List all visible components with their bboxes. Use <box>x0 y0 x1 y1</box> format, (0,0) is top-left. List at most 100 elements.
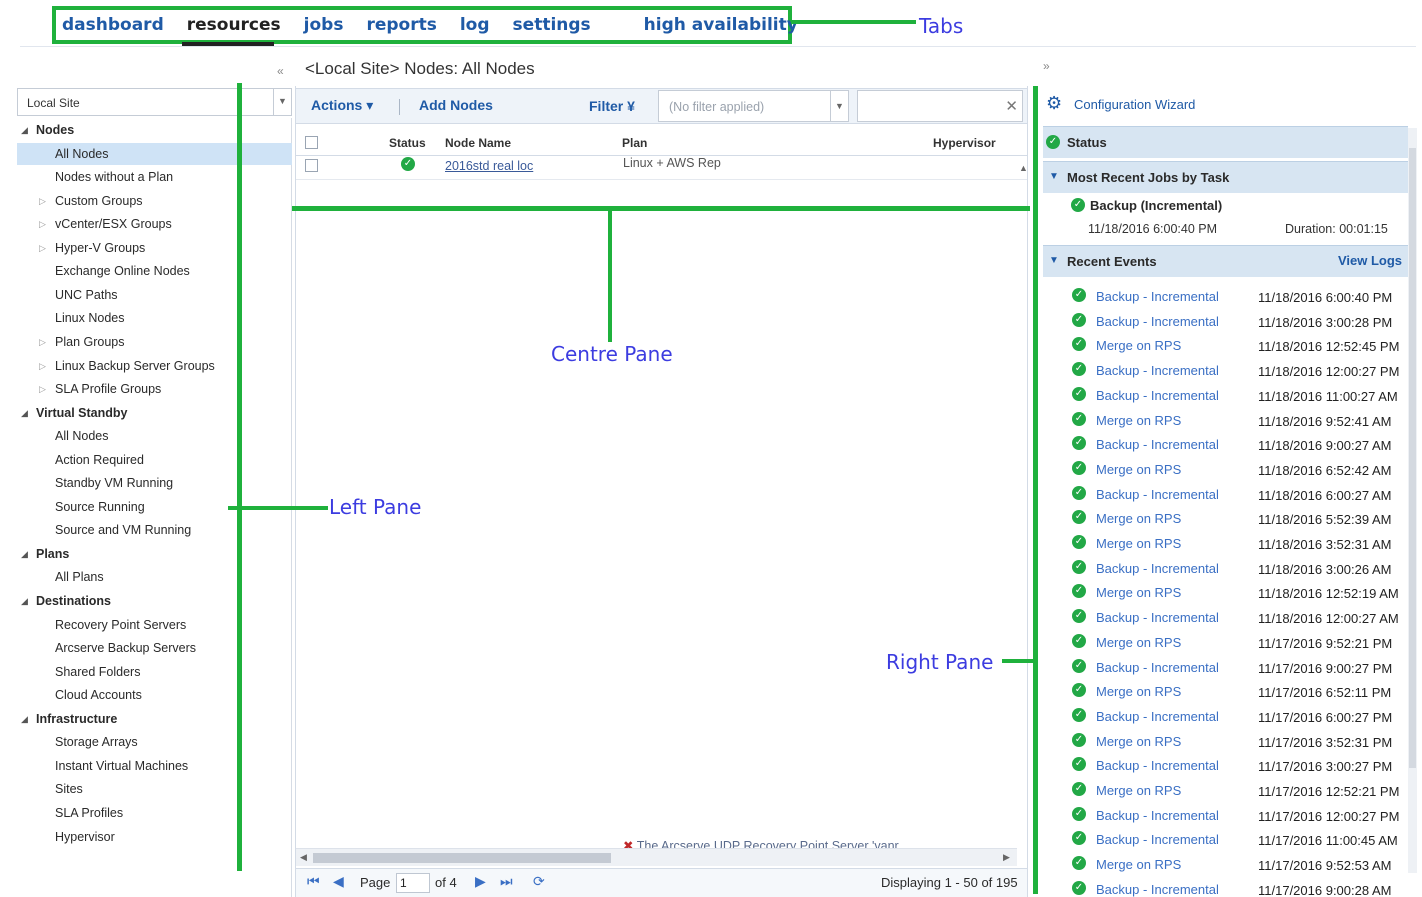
collapse-triangle-icon[interactable]: ◢ <box>21 119 28 141</box>
tree-category[interactable]: ◢ Virtual Standby <box>17 402 292 424</box>
column-header-status[interactable]: Status <box>389 136 426 150</box>
page-number-input[interactable]: 1 <box>396 873 430 893</box>
expand-triangle-icon[interactable]: ▷ <box>39 237 46 259</box>
tab-jobs[interactable]: jobs <box>304 15 344 35</box>
event-name-link[interactable]: Merge on RPS <box>1096 635 1181 650</box>
site-selector[interactable]: Local Site ▼ <box>17 88 292 116</box>
collapse-triangle-icon[interactable]: ◢ <box>21 590 28 612</box>
prev-page-icon[interactable]: ◀ <box>333 873 344 890</box>
tree-item[interactable]: Standby VM Running <box>17 472 292 494</box>
recent-events-section-header[interactable]: ▼ Recent Events View Logs <box>1043 245 1408 277</box>
event-name-link[interactable]: Merge on RPS <box>1096 462 1181 477</box>
event-name-link[interactable]: Merge on RPS <box>1096 413 1181 428</box>
event-name-link[interactable]: Backup - Incremental <box>1096 610 1219 625</box>
tab-dashboard[interactable]: dashboard <box>62 15 164 35</box>
expand-triangle-icon[interactable]: ▷ <box>39 331 46 353</box>
tree-item[interactable]: Sites <box>17 778 292 800</box>
tree-item[interactable]: Source and VM Running <box>17 519 292 541</box>
column-header-hypervisor[interactable]: Hypervisor <box>933 136 996 150</box>
tree-item[interactable]: ▷ Plan Groups <box>17 331 292 353</box>
chevron-down-icon[interactable]: ▼ <box>1049 171 1059 182</box>
event-name-link[interactable]: Merge on RPS <box>1096 857 1181 872</box>
event-name-link[interactable]: Merge on RPS <box>1096 338 1181 353</box>
event-name-link[interactable]: Merge on RPS <box>1096 684 1181 699</box>
collapse-right-pane-icon[interactable]: » <box>1043 59 1050 73</box>
row-checkbox[interactable] <box>305 159 318 172</box>
collapse-left-pane-icon[interactable]: « <box>277 64 284 78</box>
tree-item[interactable]: ▷ Custom Groups <box>17 190 292 212</box>
event-name-link[interactable]: Backup - Incremental <box>1096 808 1219 823</box>
tree-item[interactable]: Storage Arrays <box>17 731 292 753</box>
view-logs-link[interactable]: View Logs <box>1338 253 1402 268</box>
event-name-link[interactable]: Backup - Incremental <box>1096 561 1219 576</box>
tree-item[interactable]: Instant Virtual Machines <box>17 755 292 777</box>
filter-button[interactable]: Filter ¥ <box>589 98 635 114</box>
tree-item[interactable]: Recovery Point Servers <box>17 614 292 636</box>
tree-item[interactable]: Linux Nodes <box>17 307 292 329</box>
event-name-link[interactable]: Backup - Incremental <box>1096 363 1219 378</box>
configuration-wizard-link[interactable]: ⚙ Configuration Wizard <box>1046 93 1416 119</box>
event-name-link[interactable]: Backup - Incremental <box>1096 314 1219 329</box>
dropdown-arrow-icon[interactable]: ▼ <box>273 89 291 115</box>
right-pane-scrollbar[interactable] <box>1408 128 1417 873</box>
collapse-triangle-icon[interactable]: ◢ <box>21 543 28 565</box>
event-name-link[interactable]: Backup - Incremental <box>1096 289 1219 304</box>
tree-item[interactable]: ▷ vCenter/ESX Groups <box>17 213 292 235</box>
recent-jobs-section-header[interactable]: ▼ Most Recent Jobs by Task <box>1043 161 1408 193</box>
scrollbar-thumb[interactable] <box>313 853 611 863</box>
tab-resources[interactable]: resources <box>187 15 281 35</box>
next-page-icon[interactable]: ▶ <box>475 873 486 890</box>
clear-search-icon[interactable]: ✕ <box>1005 97 1018 115</box>
last-page-icon[interactable]: ⏭ <box>500 873 513 890</box>
event-name-link[interactable]: Backup - Incremental <box>1096 758 1219 773</box>
tree-item[interactable]: Action Required <box>17 449 292 471</box>
tree-item[interactable]: Nodes without a Plan <box>17 166 292 188</box>
first-page-icon[interactable]: ⏮ <box>307 873 320 890</box>
event-name-link[interactable]: Backup - Incremental <box>1096 487 1219 502</box>
tree-item[interactable]: Hypervisor <box>17 826 292 848</box>
expand-triangle-icon[interactable]: ▷ <box>39 213 46 235</box>
expand-triangle-icon[interactable]: ▷ <box>39 355 46 377</box>
tree-item[interactable]: UNC Paths <box>17 284 292 306</box>
select-all-checkbox[interactable] <box>305 136 318 149</box>
event-name-link[interactable]: Backup - Incremental <box>1096 660 1219 675</box>
scroll-right-icon[interactable]: ▶ <box>1003 852 1010 863</box>
tree-item[interactable]: ▷ SLA Profile Groups <box>17 378 292 400</box>
tree-category[interactable]: ◢ Destinations <box>17 590 292 612</box>
event-name-link[interactable]: Merge on RPS <box>1096 585 1181 600</box>
event-name-link[interactable]: Backup - Incremental <box>1096 882 1219 897</box>
event-name-link[interactable]: Merge on RPS <box>1096 734 1181 749</box>
collapse-triangle-icon[interactable]: ◢ <box>21 402 28 424</box>
event-name-link[interactable]: Backup - Incremental <box>1096 709 1219 724</box>
dropdown-arrow-icon[interactable]: ▼ <box>830 91 848 121</box>
add-nodes-button[interactable]: Add Nodes <box>419 97 493 113</box>
column-header-node-name[interactable]: Node Name <box>445 136 511 150</box>
node-name-link[interactable]: 2016std real loc <box>445 159 533 173</box>
scrollbar-thumb[interactable] <box>1409 148 1416 768</box>
scroll-left-icon[interactable]: ◀ <box>300 852 307 863</box>
event-name-link[interactable]: Backup - Incremental <box>1096 437 1219 452</box>
horizontal-scrollbar[interactable]: ◀ ▶ <box>295 848 1017 866</box>
tree-item[interactable]: SLA Profiles <box>17 802 292 824</box>
tab-high-availability[interactable]: high availability <box>644 15 798 35</box>
event-name-link[interactable]: Backup - Incremental <box>1096 388 1219 403</box>
tree-item[interactable]: All Plans <box>17 566 292 588</box>
refresh-icon[interactable]: ⟳ <box>533 873 545 890</box>
tree-item[interactable]: All Nodes <box>17 425 292 447</box>
tree-item[interactable]: Cloud Accounts <box>17 684 292 706</box>
event-name-link[interactable]: Merge on RPS <box>1096 783 1181 798</box>
tab-log[interactable]: log <box>460 15 490 35</box>
tree-item[interactable]: Exchange Online Nodes <box>17 260 292 282</box>
table-row[interactable]: ✓ 2016std real loc Linux + AWS Rep ▲ <box>295 156 1028 180</box>
event-name-link[interactable]: Merge on RPS <box>1096 536 1181 551</box>
status-section-header[interactable]: ✓ Status <box>1043 126 1408 158</box>
tree-item[interactable]: Shared Folders <box>17 661 292 683</box>
event-name-link[interactable]: Backup - Incremental <box>1096 832 1219 847</box>
collapse-triangle-icon[interactable]: ◢ <box>21 708 28 730</box>
tab-reports[interactable]: reports <box>366 15 436 35</box>
tab-settings[interactable]: settings <box>513 15 591 35</box>
tree-category[interactable]: ◢ Plans <box>17 543 292 565</box>
tree-item[interactable]: ▷ Linux Backup Server Groups <box>17 355 292 377</box>
tree-category[interactable]: ◢ Infrastructure <box>17 708 292 730</box>
chevron-down-icon[interactable]: ▼ <box>1049 255 1059 266</box>
